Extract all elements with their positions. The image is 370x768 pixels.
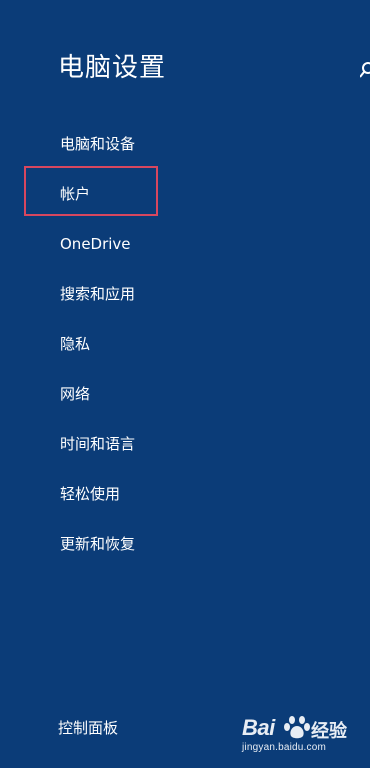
page-title: 电脑设置: [58, 53, 167, 83]
nav-item-network[interactable]: 网络: [60, 384, 90, 404]
watermark-url: jingyan.baidu.com: [242, 742, 327, 753]
nav-item-update-and-recovery[interactable]: 更新和恢复: [60, 534, 135, 554]
nav-item-onedrive[interactable]: OneDrive: [60, 234, 131, 254]
control-panel-link[interactable]: 控制面板: [58, 718, 118, 738]
nav-item-search-and-apps[interactable]: 搜索和应用: [60, 284, 135, 304]
nav-item-ease-of-access[interactable]: 轻松使用: [60, 484, 120, 504]
watermark-brand-right: 经验: [311, 721, 347, 742]
nav-item-privacy[interactable]: 隐私: [60, 334, 90, 354]
watermark-top-row: Bai 经验: [242, 714, 352, 742]
selected-item-highlight: [24, 166, 158, 216]
watermark-brand-left: Bai: [242, 715, 275, 740]
baidu-jingyan-watermark: Bai 经验 jingyan.baidu.com: [242, 714, 352, 758]
nav-item-time-and-language[interactable]: 时间和语言: [60, 434, 135, 454]
search-icon[interactable]: [360, 62, 370, 78]
paw-icon: [283, 714, 311, 740]
nav-item-pc-and-devices[interactable]: 电脑和设备: [60, 134, 135, 154]
